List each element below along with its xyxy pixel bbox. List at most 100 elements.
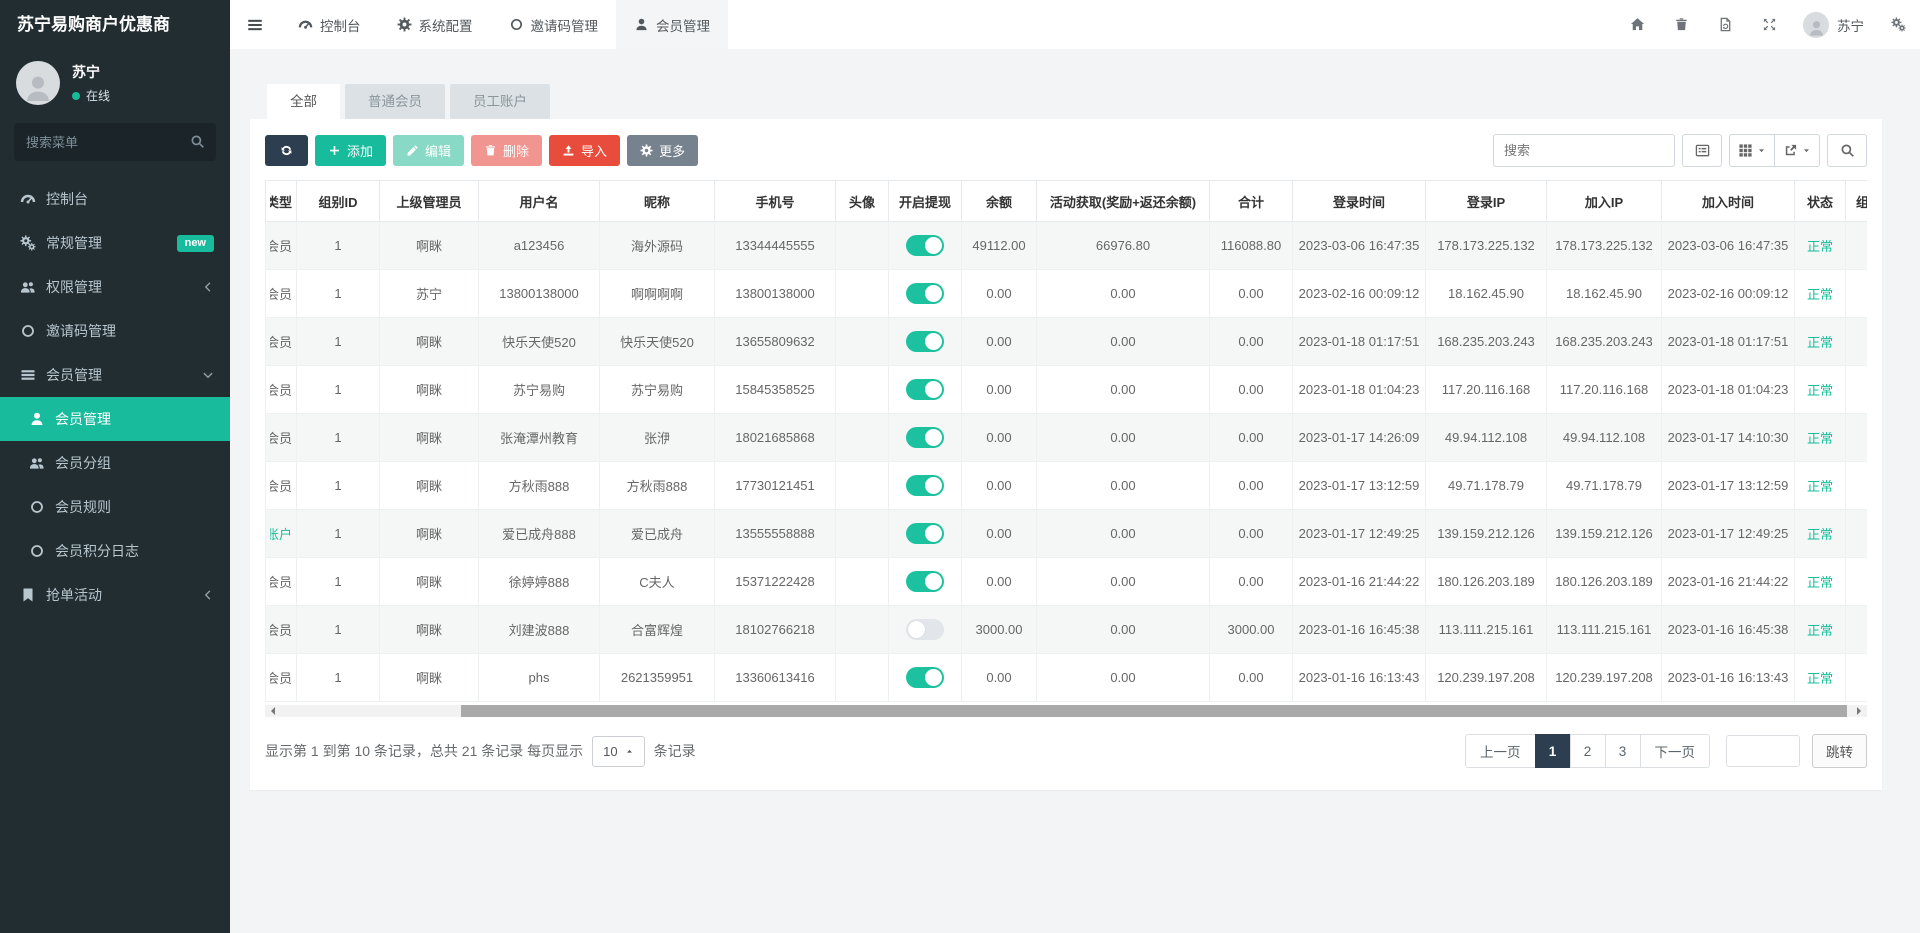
refresh-button[interactable] xyxy=(265,135,308,166)
cell-phone: 13800138000 xyxy=(715,270,836,318)
cell-total: 0.00 xyxy=(1210,366,1293,414)
cell-withdraw xyxy=(889,510,962,558)
export-button[interactable] xyxy=(1774,134,1820,167)
import-button[interactable]: 导入 xyxy=(549,135,620,166)
sidebar: 苏宁易购商户优惠商 苏宁 在线 控制台 常规管理 new xyxy=(0,0,230,933)
sidebar-item-invite-codes[interactable]: 邀请码管理 xyxy=(0,309,230,353)
members-table: 类型组别ID上级管理员用户名昵称手机号头像开启提现余额活动获取(奖励+返还余额)… xyxy=(265,180,1867,702)
settings-button[interactable] xyxy=(1876,0,1920,49)
sidebar-item-order-activity[interactable]: 抢单活动 xyxy=(0,573,230,617)
table-row: 普通会员1啊眯phs2621359951133606134160.000.000… xyxy=(266,654,1868,702)
scroll-right-arrow[interactable] xyxy=(1852,705,1867,717)
detail-view-button[interactable] xyxy=(1682,134,1722,167)
column-header-join_ip[interactable]: 加入IP xyxy=(1547,181,1662,222)
column-header-login_ip[interactable]: 登录IP xyxy=(1426,181,1547,222)
page-button-2[interactable]: 2 xyxy=(1570,734,1606,768)
cell-login_time: 2023-01-18 01:17:51 xyxy=(1293,318,1426,366)
cell-withdraw xyxy=(889,270,962,318)
home-button[interactable] xyxy=(1615,0,1659,49)
sidebar-item-member-score-log[interactable]: 会员积分日志 xyxy=(0,529,230,573)
cell-group_id: 1 xyxy=(297,222,380,270)
cell-group_id: 1 xyxy=(297,318,380,366)
page-size-select[interactable]: 10 xyxy=(592,736,644,767)
topbar-user-menu[interactable]: 苏宁 xyxy=(1791,0,1876,49)
column-header-withdraw[interactable]: 开启提现 xyxy=(889,181,962,222)
column-header-phone[interactable]: 手机号 xyxy=(715,181,836,222)
cell-group_name: - xyxy=(1846,654,1868,702)
delete-button[interactable]: 删除 xyxy=(471,135,542,166)
sidebar-search-input[interactable] xyxy=(14,123,216,161)
fullscreen-button[interactable] xyxy=(1747,0,1791,49)
column-header-activity[interactable]: 活动获取(奖励+返还余额) xyxy=(1037,181,1210,222)
column-header-username[interactable]: 用户名 xyxy=(479,181,600,222)
withdraw-toggle[interactable] xyxy=(906,283,944,304)
table-search-input[interactable] xyxy=(1493,134,1675,167)
withdraw-toggle[interactable] xyxy=(906,427,944,448)
edit-button[interactable]: 编辑 xyxy=(393,135,464,166)
withdraw-toggle[interactable] xyxy=(906,331,944,352)
plus-icon xyxy=(328,144,341,157)
column-header-nickname[interactable]: 昵称 xyxy=(600,181,715,222)
sidebar-toggle-button[interactable] xyxy=(230,0,280,49)
sidebar-item-general[interactable]: 常规管理 new xyxy=(0,221,230,265)
column-header-balance[interactable]: 余额 xyxy=(962,181,1037,222)
page-button-3[interactable]: 3 xyxy=(1605,734,1641,768)
topnav-dashboard[interactable]: 控制台 xyxy=(280,0,379,49)
column-header-login_time[interactable]: 登录时间 xyxy=(1293,181,1426,222)
cell-group_id: 1 xyxy=(297,366,380,414)
withdraw-toggle[interactable] xyxy=(906,667,944,688)
topnav-system-config[interactable]: 系统配置 xyxy=(379,0,491,49)
topnav-member-management[interactable]: 会员管理 xyxy=(616,0,728,49)
cell-group_name: - xyxy=(1846,606,1868,654)
jump-button[interactable]: 跳转 xyxy=(1812,734,1867,768)
topnav-invite-codes[interactable]: 邀请码管理 xyxy=(491,0,617,49)
jump-page-input[interactable] xyxy=(1726,735,1800,767)
topbar-right: 苏宁 xyxy=(1615,0,1920,49)
column-header-total[interactable]: 合计 xyxy=(1210,181,1293,222)
cell-group_name: - xyxy=(1846,222,1868,270)
columns-button[interactable] xyxy=(1729,134,1775,167)
column-header-avatar[interactable]: 头像 xyxy=(836,181,889,222)
status-badge: 正常 xyxy=(1807,623,1833,638)
withdraw-toggle[interactable] xyxy=(906,571,944,592)
page-button-1[interactable]: 1 xyxy=(1535,734,1571,768)
more-button[interactable]: 更多 xyxy=(627,135,698,166)
add-button[interactable]: 添加 xyxy=(315,135,386,166)
column-header-type[interactable]: 类型 xyxy=(266,181,297,222)
withdraw-toggle[interactable] xyxy=(906,475,944,496)
cell-login_ip: 168.235.203.243 xyxy=(1426,318,1547,366)
cell-total: 0.00 xyxy=(1210,558,1293,606)
search-button[interactable] xyxy=(1827,134,1867,167)
content: 全部 普通会员 员工账户 添加 编辑 删除 导入 更多 xyxy=(230,49,1920,790)
column-header-group_id[interactable]: 组别ID xyxy=(297,181,380,222)
withdraw-toggle[interactable] xyxy=(906,523,944,544)
withdraw-toggle[interactable] xyxy=(906,235,944,256)
scrollbar-thumb[interactable] xyxy=(461,705,1848,717)
sidebar-item-member-management[interactable]: 会员管理 xyxy=(0,397,230,441)
sidebar-item-permissions[interactable]: 权限管理 xyxy=(0,265,230,309)
column-header-admin[interactable]: 上级管理员 xyxy=(380,181,479,222)
withdraw-toggle[interactable] xyxy=(906,379,944,400)
sidebar-item-member-groups[interactable]: 会员分组 xyxy=(0,441,230,485)
cell-balance: 0.00 xyxy=(962,510,1037,558)
scrollbar-track[interactable] xyxy=(280,705,1852,717)
clear-button[interactable] xyxy=(1659,0,1703,49)
sidebar-item-members-parent[interactable]: 会员管理 xyxy=(0,353,230,397)
sidebar-item-member-rules[interactable]: 会员规则 xyxy=(0,485,230,529)
sidebar-item-dashboard[interactable]: 控制台 xyxy=(0,177,230,221)
withdraw-toggle[interactable] xyxy=(906,619,944,640)
user-icon xyxy=(29,411,45,427)
tab-normal-members[interactable]: 普通会员 xyxy=(345,84,445,119)
cell-status: 正常 xyxy=(1795,222,1846,270)
column-header-join_time[interactable]: 加入时间 xyxy=(1662,181,1795,222)
column-header-status[interactable]: 状态 xyxy=(1795,181,1846,222)
tab-all[interactable]: 全部 xyxy=(267,84,340,119)
column-header-group_name[interactable]: 组名 xyxy=(1846,181,1868,222)
scroll-left-arrow[interactable] xyxy=(265,705,280,717)
cell-total: 0.00 xyxy=(1210,510,1293,558)
clear-cache-button[interactable] xyxy=(1703,0,1747,49)
tab-staff-accounts[interactable]: 员工账户 xyxy=(450,84,550,119)
trash-icon xyxy=(484,144,497,157)
next-page-button[interactable]: 下一页 xyxy=(1640,734,1711,768)
prev-page-button[interactable]: 上一页 xyxy=(1465,734,1536,768)
